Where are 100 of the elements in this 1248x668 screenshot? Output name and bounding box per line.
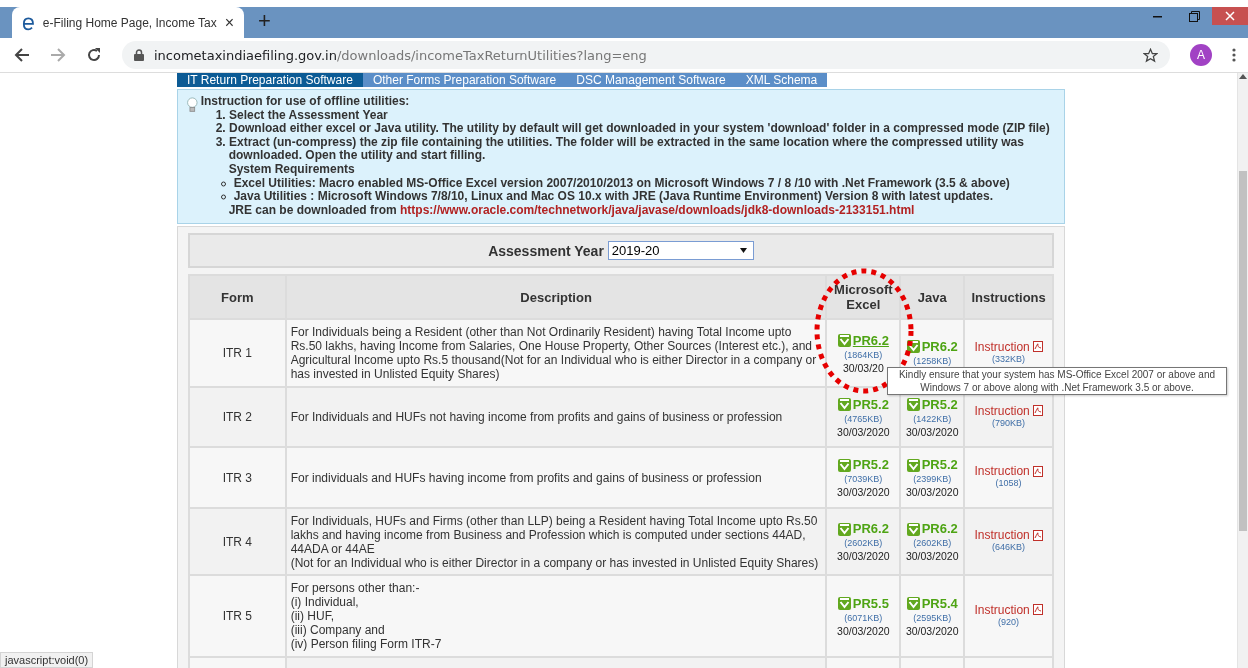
file-size-link[interactable]: (2602KB): [844, 537, 883, 551]
instruction-link[interactable]: Instruction: [974, 603, 1043, 616]
star-icon[interactable]: [1143, 47, 1158, 63]
column-header: Instructions: [965, 276, 1052, 319]
version-link[interactable]: PR5.2: [921, 396, 958, 413]
instruction-title: Instruction for use of offline utilities:: [200, 94, 410, 108]
download-icon: [906, 458, 920, 472]
profile-avatar[interactable]: A: [1190, 44, 1212, 66]
close-icon: [1225, 11, 1235, 21]
instruction-link[interactable]: Instruction: [974, 404, 1043, 417]
file-size-link[interactable]: (2602KB): [913, 537, 952, 551]
file-size-link[interactable]: (2399KB): [913, 473, 952, 487]
menu-icon[interactable]: [1232, 48, 1236, 62]
form-cell: ITR 3: [190, 448, 285, 508]
download-icon: [906, 522, 920, 536]
assessment-year-label: Assessment Year: [488, 242, 604, 259]
column-header: Description: [286, 276, 826, 319]
version-link[interactable]: PR5.5: [852, 595, 889, 612]
version-link[interactable]: PR6.2: [852, 332, 889, 349]
column-header: Form: [190, 276, 285, 319]
form-cell: ITR 4: [190, 509, 285, 575]
description-cell: For Individuals, HUFs and Firms (other than LLP) being a Resident having Total Income upto Rs.50 lakhs and having income from Business and Profession which is computed under sections 44AD, 44ADA or 44AE (Not for an Individual who is either Director in a company or has invested in Unlisted Equity Shares): [286, 509, 826, 575]
version-link[interactable]: PR5.2: [852, 457, 889, 474]
file-size-link[interactable]: (2595KB): [913, 611, 952, 625]
description-cell: For Individuals and HUFs not having income from profits and gains of business or profession: [286, 388, 826, 447]
requirement-text: Excel Utilities: Macro enabled MS-Office Excel version 2007/2010/2013 on Microsoft Windows 7 / 8 /10 with .Net Framework (3.5 & above): [233, 176, 1010, 191]
nav-tab[interactable]: XML Schema: [735, 73, 828, 87]
download-icon: [837, 597, 851, 611]
version-link[interactable]: PR5.2: [921, 457, 958, 474]
version-link[interactable]: PR6.2: [852, 521, 889, 538]
browser-tab[interactable]: e-Filing Home Page, Income Tax ×: [12, 7, 244, 38]
address-bar[interactable]: incometaxindiaefiling.gov.in/downloads/incomeTaxReturnUtilities?lang=eng: [122, 41, 1170, 69]
new-tab-button[interactable]: +: [258, 8, 271, 34]
release-date: 30/03/2020: [905, 425, 959, 438]
requirements-title: System Requirements: [228, 161, 355, 176]
form-cell: ITR 1: [190, 320, 285, 387]
file-size-link[interactable]: (1058): [995, 477, 1022, 491]
download-icon: [906, 597, 920, 611]
file-size-link[interactable]: (332KB): [992, 352, 1026, 366]
form-cell: ITR 5: [190, 576, 285, 657]
nav-tab[interactable]: Other Forms Preparation Software: [362, 73, 567, 87]
nav-tab[interactable]: IT Return Preparation Software: [177, 73, 363, 87]
tab-title: e-Filing Home Page, Income Tax: [42, 15, 217, 30]
instruction-link[interactable]: Instruction: [974, 529, 1043, 542]
version-link[interactable]: PR6.2: [921, 338, 958, 355]
restore-icon: [1188, 10, 1200, 22]
file-size-link[interactable]: (646KB): [992, 541, 1026, 555]
close-tab-button[interactable]: ×: [224, 13, 234, 32]
file-size-link[interactable]: (6071KB): [844, 611, 883, 625]
column-header: Microsoft Excel: [827, 276, 900, 319]
pdf-icon: [1032, 529, 1043, 541]
status-bar: javascript:void(0): [0, 652, 94, 668]
version-link[interactable]: PR5.2: [852, 396, 889, 413]
release-date: 30/03/2020: [837, 486, 890, 499]
download-icon: [837, 334, 851, 348]
tooltip: Kindly ensure that your system has MS-Office Excel 2007 or above and Windows 7 or above along with .Net Framework 3.5 or above.: [887, 367, 1227, 395]
file-size-link[interactable]: (920): [998, 615, 1020, 629]
pdf-icon: [1032, 604, 1043, 616]
file-size-link[interactable]: (1258KB): [913, 354, 952, 368]
release-date: 30/03/2020: [905, 624, 959, 637]
jre-download-link[interactable]: https://www.oracle.com/technetwork/java/javase/downloads/jdk8-downloads-2133151.html: [400, 202, 915, 217]
download-icon: [837, 522, 851, 536]
version-link[interactable]: PR5.4: [921, 595, 958, 612]
download-icon: [837, 458, 851, 472]
form-cell: ITR 2: [190, 388, 285, 447]
description-cell: For individuals and HUFs having income from profits and gains of business or profession: [286, 448, 826, 508]
description-cell: For persons other than:- (i) Individual, (ii) HUF, (iii) Company and (iv) Person filing Form ITR-7: [286, 576, 826, 657]
release-date: 30/03/2020: [905, 486, 959, 499]
download-icon: [837, 398, 851, 412]
instruction-step: 2. Download either excel or Java utility. The utility by default will get downloaded in your system 'download' folder in a compressed mode (ZIP file): [215, 122, 1056, 136]
close-window-button[interactable]: [1212, 7, 1248, 25]
release-date: 30/03/20: [842, 361, 884, 374]
scroll-up-icon[interactable]: [1239, 73, 1247, 79]
pdf-icon: [1032, 465, 1043, 477]
pdf-icon: [1032, 405, 1043, 417]
lightbulb-icon: [186, 95, 199, 115]
release-date: 30/03/2020: [837, 550, 890, 563]
pdf-icon: [1032, 341, 1043, 353]
download-icon: [906, 398, 920, 412]
instruction-link[interactable]: Instruction: [974, 465, 1043, 478]
column-header: Java: [901, 276, 964, 319]
assessment-year-select[interactable]: 2019-20: [607, 241, 754, 261]
scrollbar[interactable]: [1237, 73, 1248, 668]
file-size-link[interactable]: (7039KB): [844, 473, 883, 487]
release-date: 30/03/2020: [905, 550, 959, 563]
reload-icon[interactable]: [86, 47, 102, 63]
file-size-link[interactable]: (4765KB): [844, 412, 883, 426]
lock-icon: [134, 49, 144, 61]
file-size-link[interactable]: (790KB): [992, 416, 1026, 430]
version-link[interactable]: PR6.2: [921, 521, 958, 538]
release-date: 30/03/2020: [837, 425, 890, 438]
file-size-link[interactable]: (1864KB): [844, 348, 883, 362]
nav-tab[interactable]: DSC Management Software: [566, 73, 736, 87]
file-size-link[interactable]: (1422KB): [913, 412, 952, 426]
back-icon[interactable]: [14, 47, 30, 63]
release-date: 30/03/2020: [837, 624, 890, 637]
instruction-link[interactable]: Instruction: [974, 340, 1043, 353]
instruction-step: 1. Select the Assessment Year: [215, 108, 1056, 123]
instruction-step: 3. Extract (un-compress) the zip file containing the utilities. The folder will be extracted in the same location where the compressed utility was downloaded. Open the utility and start filling.: [215, 135, 1056, 163]
url-text: incometaxindiaefiling.gov.in/downloads/incomeTaxReturnUtilities?lang=eng: [154, 47, 647, 63]
